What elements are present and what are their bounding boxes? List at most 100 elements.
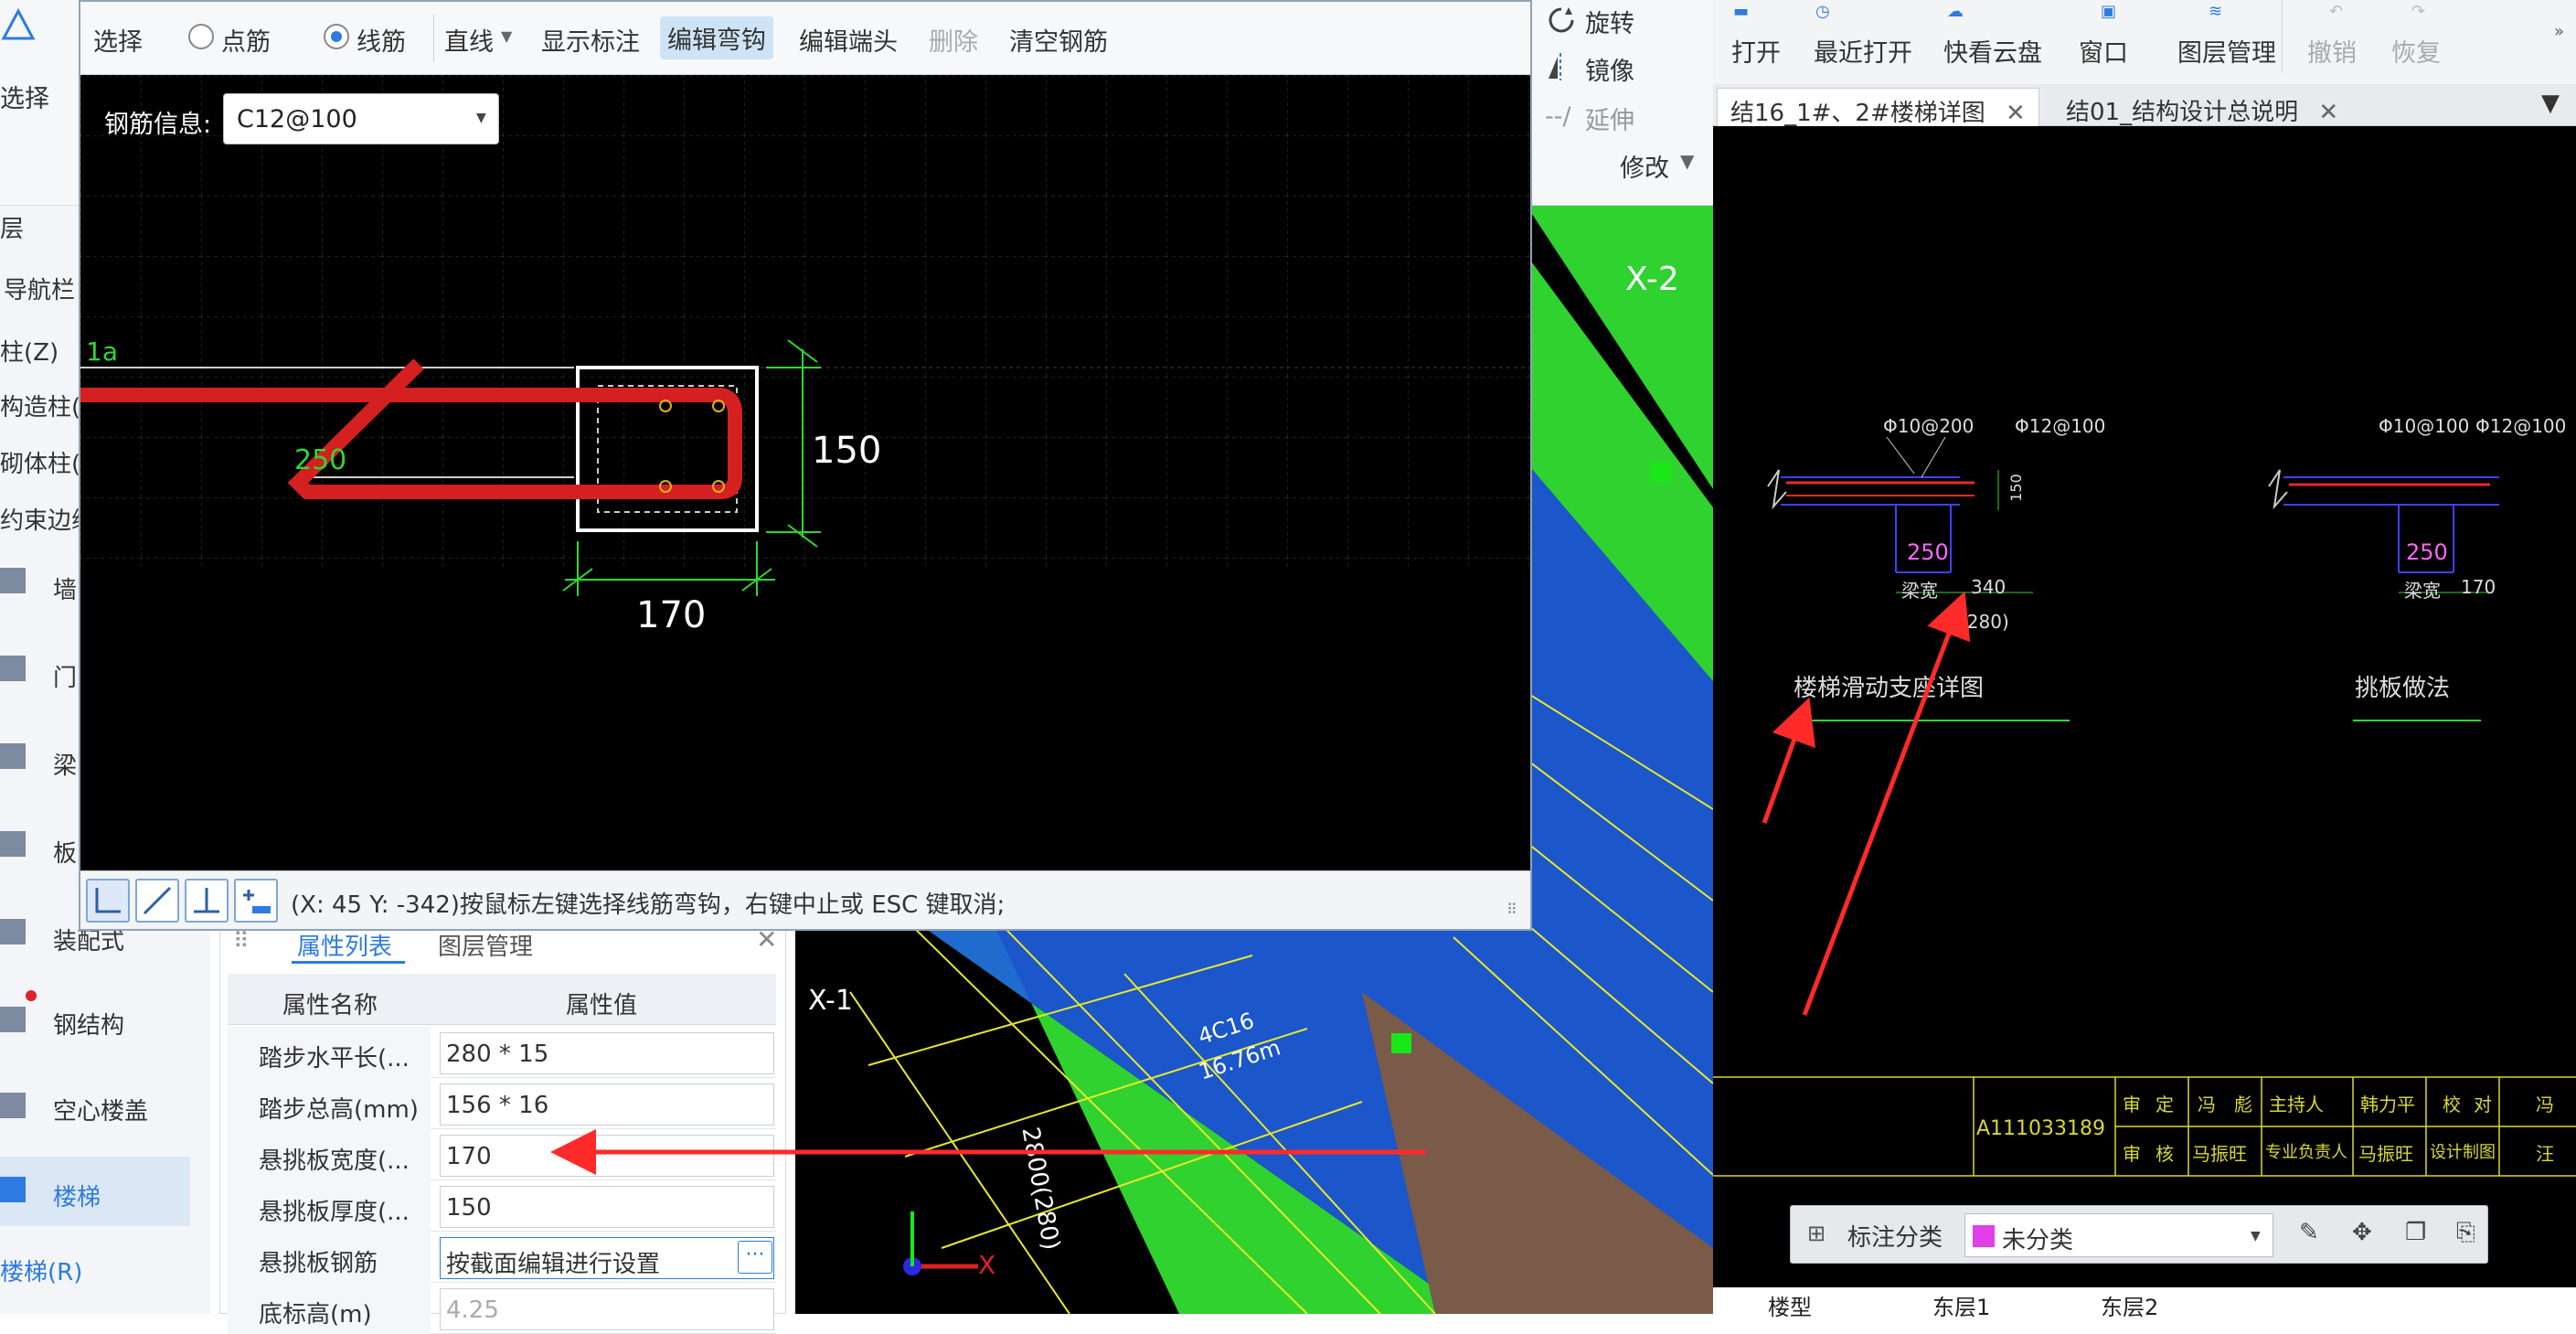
nav-item-hollow-floor[interactable]: 空心楼盖 [53, 1093, 148, 1126]
select-tool-icon[interactable] [0, 5, 37, 42]
wall-icon [0, 568, 26, 593]
stair-icon [0, 1177, 26, 1202]
close-icon[interactable]: ✕ [2006, 100, 2026, 127]
tb-cell: 核 [2156, 1143, 2174, 1165]
nav-item-door[interactable]: 门 [53, 659, 77, 693]
chevron-down-icon[interactable]: ▼ [2251, 1229, 2261, 1243]
edit-hook-button[interactable]: 编辑弯钩 [660, 16, 773, 59]
navbar-title[interactable]: 导航栏 [4, 272, 75, 305]
toolbar-window[interactable]: 窗口 [2079, 33, 2128, 69]
edit-end-button[interactable]: 编辑端头 [799, 22, 898, 58]
hollow-floor-icon [0, 1093, 26, 1118]
paste-icon[interactable]: ⎘ [2456, 1219, 2475, 1247]
nav-item-wall[interactable]: 墙 [53, 571, 77, 605]
toolbar-open[interactable]: 打开 [1731, 33, 1781, 69]
rebar-info-select[interactable]: C12@100 ▼ [223, 93, 499, 144]
nav-item-column[interactable]: 柱(Z) [0, 334, 59, 368]
header-prop-name: 属性名称 [282, 992, 378, 1019]
nav-item-slab[interactable]: 板 [53, 835, 77, 869]
cloud-icon: ☁ [1947, 2, 1964, 21]
tb-cell: 专业负责人 [2265, 1143, 2347, 1162]
tb-cell: 审 [2123, 1143, 2141, 1165]
ribbon-modify-group[interactable]: 修改 [1620, 148, 1669, 184]
chevron-down-icon[interactable]: ▼ [501, 27, 512, 45]
prop-value-input[interactable]: 156 * 16 [440, 1083, 774, 1126]
nav-item-masonry-column[interactable]: 砌体柱( [0, 445, 80, 479]
select-button[interactable]: 选择 [93, 22, 143, 58]
toolbar-cloud[interactable]: 快看云盘 [1943, 33, 2042, 69]
mirror-icon [1549, 53, 1561, 80]
toolbar-redo[interactable]: 恢复 [2391, 33, 2441, 69]
window-icon: ▣ [2101, 2, 2117, 21]
header-prop-value: 属性值 [566, 992, 638, 1019]
nav-item-beam[interactable]: 梁 [53, 747, 77, 781]
prop-value-input[interactable]: 170 [440, 1135, 774, 1177]
point-rebar-label[interactable]: 点筋 [221, 22, 271, 58]
ortho-snap-icon[interactable] [86, 879, 130, 923]
tab-list-dropdown-icon[interactable]: ▼ [2541, 90, 2560, 117]
grid-icon[interactable]: ⊞ [1807, 1221, 1826, 1246]
tb-cell: 定 [2156, 1094, 2174, 1115]
nav-item-steel-structure[interactable]: 钢结构 [53, 1007, 124, 1041]
toolbar-undo[interactable]: 撤销 [2307, 33, 2357, 69]
viewer-toolbar: ▬ 打开 ◷ 最近打开 ☁ 快看云盘 ▣ 窗口 ≋ 图层管理 ↶ 撤销 ↷ 恢复… [1713, 0, 2576, 84]
right-rebar-2: Φ12@100 [2475, 415, 2567, 437]
layout-tab[interactable]: 楼型 [1768, 1289, 1812, 1321]
prop-value-input[interactable]: 按截面编辑进行设置 [440, 1237, 774, 1279]
move-icon[interactable]: ✥ [2352, 1219, 2372, 1246]
mark-category-value: 未分类 [2002, 1227, 2074, 1254]
tab-stair-detail[interactable]: 结16_1#、2#楼梯详图 ✕ [1717, 88, 2039, 127]
label-1a: 1a [86, 336, 118, 367]
delete-button[interactable]: 删除 [929, 22, 978, 58]
nav-item-constructional-column[interactable]: 构造柱( [0, 389, 80, 422]
tab-property-list[interactable]: 属性列表 [297, 928, 392, 962]
toolbar-layer-manage[interactable]: 图层管理 [2177, 33, 2276, 69]
layout-tab[interactable]: 东层1 [1932, 1289, 1990, 1321]
mark-category-label: 标注分类 [1847, 1224, 1943, 1252]
layers-icon: ≋ [2209, 2, 2223, 21]
drawing-canvas[interactable]: Φ10@200 Φ12@100 150 250 梁宽 340 (280) 楼梯滑… [1713, 126, 2576, 1314]
show-mark-button[interactable]: 显示标注 [541, 22, 640, 58]
resize-grip-icon[interactable]: ⠿ [1506, 901, 1517, 918]
point-rebar-radio[interactable] [188, 24, 214, 49]
more-options-button[interactable]: ··· [738, 1241, 772, 1274]
nav-item-stair[interactable]: 楼梯 [53, 1179, 101, 1212]
layer-label: 层 [0, 216, 25, 243]
prop-name: 悬挑板厚度(... [228, 1180, 431, 1232]
prop-value-input[interactable]: 280 * 15 [440, 1032, 774, 1074]
section-edit-canvas[interactable]: 1a 250 150 170 [80, 75, 1530, 870]
clear-rebar-button[interactable]: 清空钢筋 [1009, 22, 1108, 58]
line-rebar-label[interactable]: 线筋 [357, 22, 406, 58]
layout-tab[interactable]: 东层2 [2101, 1289, 2158, 1321]
status-message: (X: 45 Y: -342)按鼠标左键选择线筋弯钩，右键中止或 ESC 键取消… [291, 891, 1006, 919]
chevron-down-icon[interactable]: ▼ [476, 111, 486, 125]
tab-design-notes[interactable]: 结01_结构设计总说明 ✕ [2053, 88, 2351, 126]
close-icon[interactable]: ✕ [2318, 99, 2338, 126]
prop-value-input[interactable]: 4.25 [440, 1288, 774, 1330]
right-dim-170: 170 [2461, 576, 2496, 598]
ribbon-rotate-button[interactable]: 旋转 [1585, 4, 1634, 39]
insert-point-icon[interactable] [234, 879, 278, 923]
line-rebar-radio[interactable] [324, 24, 349, 49]
nav-subitem-stair-r[interactable]: 楼梯(R) [0, 1254, 82, 1287]
left-dim-280: (280) [1960, 611, 2009, 633]
category-color-swatch [1973, 1225, 1995, 1247]
edit-icon[interactable]: ✎ [2299, 1219, 2319, 1246]
modify-dropdown-icon[interactable]: ▼ [1680, 150, 1694, 172]
ribbon-select-label[interactable]: 选择 [0, 79, 49, 114]
perpendicular-snap-icon[interactable] [185, 879, 229, 923]
copy-icon[interactable]: ❐ [2405, 1219, 2426, 1246]
axis-x-label: X [978, 1250, 996, 1280]
toolbar-recent[interactable]: 最近打开 [1814, 33, 1912, 69]
more-icon[interactable]: » [2554, 22, 2564, 41]
tb-cell: 马振旺 [2358, 1143, 2413, 1165]
ribbon-mirror-button[interactable]: 镜像 [1585, 51, 1634, 87]
table-row: 踏步水平长(... 280 * 15 [228, 1027, 776, 1078]
line-type-dropdown[interactable]: 直线 [444, 22, 494, 58]
ribbon-extend-button[interactable]: 延伸 [1585, 101, 1634, 136]
mark-category-select[interactable]: 未分类 ▼ [1964, 1213, 2273, 1257]
line-snap-icon[interactable] [135, 879, 179, 923]
prop-value-input[interactable]: 150 [440, 1186, 774, 1228]
tab-layer-manage[interactable]: 图层管理 [438, 928, 533, 962]
drag-handle-icon[interactable]: ⠿ [233, 928, 250, 954]
